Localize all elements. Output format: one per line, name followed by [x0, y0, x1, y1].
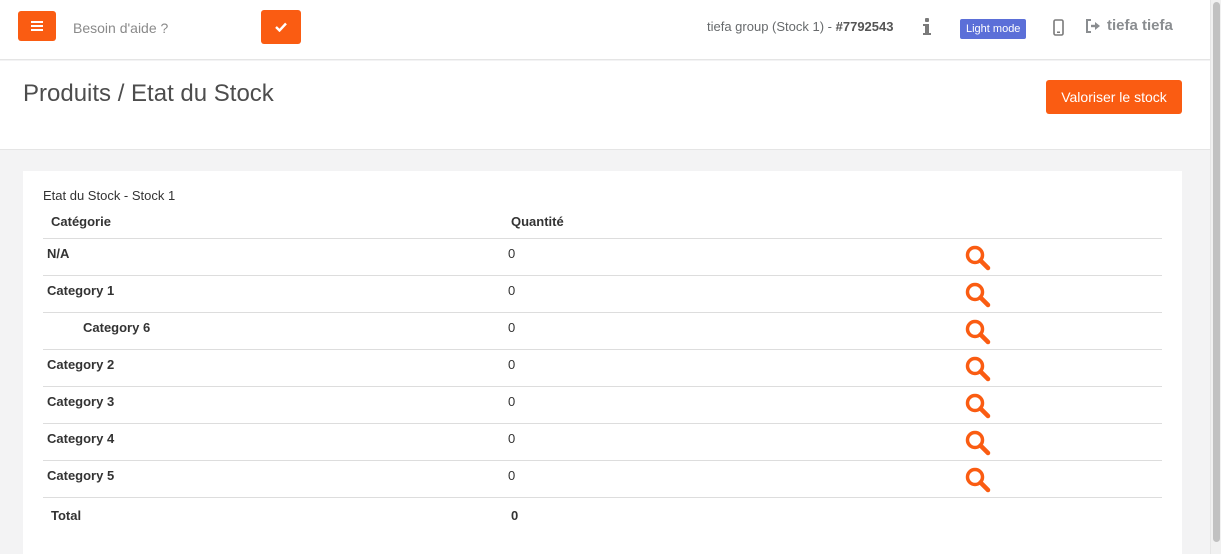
table-row: Category 5 0: [43, 460, 1162, 497]
help-search-input[interactable]: [62, 11, 258, 44]
user-name: tiefa tiefa: [1107, 17, 1173, 34]
category-name: Category 2: [47, 357, 115, 372]
page-title: Produits / Etat du Stock: [23, 80, 274, 107]
table-row: Category 6 0: [43, 312, 1162, 349]
quantity-value: 0: [508, 468, 516, 483]
category-name: Category 5: [47, 468, 115, 483]
search-icon[interactable]: [965, 356, 991, 382]
search-icon[interactable]: [965, 245, 991, 271]
total-quantity: 0: [511, 508, 519, 523]
info-icon[interactable]: [921, 18, 933, 36]
search-icon[interactable]: [965, 467, 991, 493]
top-navbar: tiefa group (Stock 1) - #7792543 Light m…: [0, 0, 1210, 60]
quantity-value: 0: [508, 357, 516, 372]
quantity-value: 0: [508, 320, 516, 335]
table-row: Category 3 0: [43, 386, 1162, 423]
table-row: N/A 0: [43, 238, 1162, 275]
account-name: tiefa group (Stock 1) -: [707, 19, 836, 34]
light-mode-toggle[interactable]: Light mode: [960, 19, 1027, 39]
hamburger-icon: [31, 21, 43, 31]
search-icon[interactable]: [965, 319, 991, 345]
search-icon[interactable]: [965, 393, 991, 419]
search-icon[interactable]: [965, 430, 991, 456]
category-name: Category 3: [47, 394, 115, 409]
table-row: Category 1 0: [43, 275, 1162, 312]
quantity-value: 0: [508, 394, 516, 409]
quantity-value: 0: [508, 431, 516, 446]
table-row: Category 4 0: [43, 423, 1162, 460]
table-divider: [43, 497, 1162, 498]
table-row: Category 2 0: [43, 349, 1162, 386]
page-scrollbar[interactable]: [1210, 0, 1221, 554]
page-header: Produits / Etat du Stock Valoriser le st…: [0, 61, 1210, 150]
category-name: Category 6: [83, 320, 151, 335]
check-icon: [275, 22, 287, 32]
search-icon[interactable]: [965, 282, 991, 308]
menu-toggle-button[interactable]: [18, 11, 56, 41]
account-id: #7792543: [835, 19, 894, 34]
sign-out-icon: [1086, 18, 1100, 33]
search-submit-button[interactable]: [261, 10, 301, 44]
stock-panel: Etat du Stock - Stock 1 Catégorie Quanti…: [23, 171, 1182, 554]
column-header-category: Catégorie: [51, 214, 111, 229]
logout-link[interactable]: tiefa tiefa: [1085, 17, 1173, 34]
quantity-value: 0: [508, 246, 516, 261]
panel-title: Etat du Stock - Stock 1: [43, 188, 176, 203]
quantity-value: 0: [508, 283, 516, 298]
total-label: Total: [51, 508, 82, 523]
column-header-quantity: Quantité: [511, 214, 564, 229]
category-name: Category 1: [47, 283, 115, 298]
mobile-icon[interactable]: [1053, 19, 1064, 36]
valoriser-stock-button[interactable]: Valoriser le stock: [1046, 80, 1182, 114]
category-name: N/A: [47, 246, 70, 261]
category-name: Category 4: [47, 431, 115, 446]
scrollbar-thumb[interactable]: [1213, 2, 1220, 542]
account-label: tiefa group (Stock 1) - #7792543: [707, 19, 893, 34]
